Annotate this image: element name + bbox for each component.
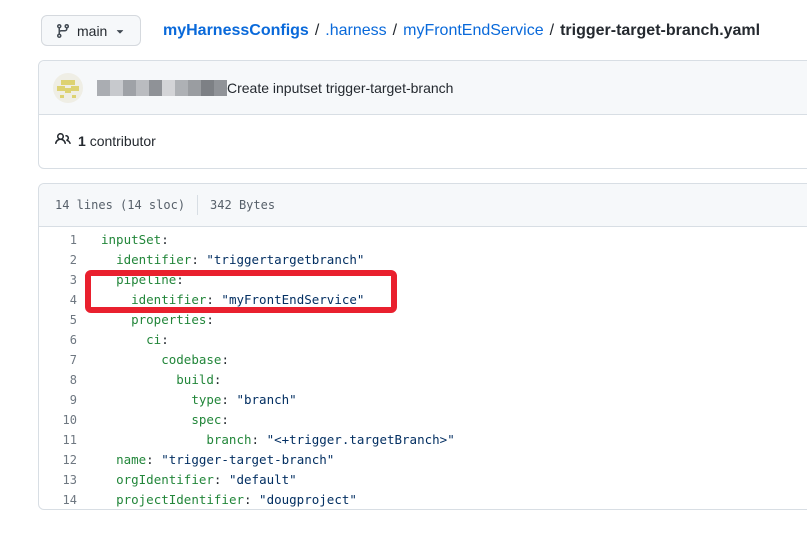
line-number[interactable]: 13 (39, 470, 77, 490)
branch-name: main (77, 23, 107, 39)
breadcrumb-separator: / (550, 20, 554, 42)
code-area: 1inputSet:2 identifier: "triggertargetbr… (39, 227, 807, 510)
code-line: 5 properties: (39, 310, 807, 330)
code-line: 2 identifier: "triggertargetbranch" (39, 250, 807, 270)
line-number[interactable]: 2 (39, 250, 77, 270)
breadcrumb-separator: / (315, 20, 319, 42)
breadcrumb-filename: trigger-target-branch.yaml (560, 20, 760, 42)
commit-header: Create inputset trigger-target-branch (39, 61, 807, 115)
code-text: type: "branch" (77, 390, 297, 410)
code-line: 10 spec: (39, 410, 807, 430)
redacted-block (149, 80, 162, 96)
code-line: 14 projectIdentifier: "dougproject" (39, 490, 807, 510)
code-text: codebase: (77, 350, 229, 370)
line-number[interactable]: 8 (39, 370, 77, 390)
redacted-username (97, 80, 227, 96)
code-line: 6 ci: (39, 330, 807, 350)
file-content-card: 14 lines (14 sloc) 342 Bytes 1inputSet:2… (38, 183, 807, 510)
contributor-label: contributor (90, 133, 156, 149)
code-text: spec: (77, 410, 229, 430)
redacted-block (175, 80, 188, 96)
code-line: 13 orgIdentifier: "default" (39, 470, 807, 490)
chevron-down-icon (113, 24, 127, 38)
code-text: identifier: "triggertargetbranch" (77, 250, 364, 270)
code-line: 4 identifier: "myFrontEndService" (39, 290, 807, 310)
redacted-block (201, 80, 214, 96)
file-size-info: 342 Bytes (210, 198, 275, 212)
code-text: name: "trigger-target-branch" (77, 450, 334, 470)
code-text: build: (77, 370, 221, 390)
file-lines-info: 14 lines (14 sloc) (55, 198, 185, 212)
line-number[interactable]: 11 (39, 430, 77, 450)
code-text: orgIdentifier: "default" (77, 470, 297, 490)
line-number[interactable]: 6 (39, 330, 77, 350)
latest-commit-card: Create inputset trigger-target-branch 1 … (38, 60, 807, 169)
code-line: 3 pipeline: (39, 270, 807, 290)
code-line: 8 build: (39, 370, 807, 390)
code-line: 7 codebase: (39, 350, 807, 370)
line-number[interactable]: 1 (39, 230, 77, 250)
meta-divider (197, 195, 198, 215)
line-number[interactable]: 4 (39, 290, 77, 310)
line-number[interactable]: 14 (39, 490, 77, 510)
people-icon (55, 131, 71, 152)
code-text: branch: "<+trigger.targetBranch>" (77, 430, 455, 450)
avatar[interactable] (53, 73, 83, 103)
redacted-block (136, 80, 149, 96)
branch-selector-button[interactable]: main (41, 15, 141, 46)
commit-message-link[interactable]: Create inputset trigger-target-branch (227, 80, 453, 96)
code-text: properties: (77, 310, 214, 330)
redacted-block (188, 80, 201, 96)
breadcrumb-repo-link[interactable]: myHarnessConfigs (163, 20, 309, 42)
code-text: identifier: "myFrontEndService" (77, 290, 364, 310)
code-text: inputSet: (77, 230, 169, 250)
contributor-count: 1 (78, 133, 86, 149)
code-line: 1inputSet: (39, 230, 807, 250)
breadcrumb-separator: / (393, 20, 397, 42)
git-branch-icon (55, 23, 71, 39)
code-lines: 1inputSet:2 identifier: "triggertargetbr… (39, 230, 807, 510)
breadcrumb-dir-service-link[interactable]: myFrontEndService (403, 20, 544, 42)
line-number[interactable]: 5 (39, 310, 77, 330)
redacted-block (110, 80, 123, 96)
line-number[interactable]: 10 (39, 410, 77, 430)
breadcrumb-dir-harness-link[interactable]: .harness (325, 20, 386, 42)
github-file-page: main myHarnessConfigs / .harness / myFro… (0, 0, 807, 533)
redacted-block (162, 80, 175, 96)
code-line: 9 type: "branch" (39, 390, 807, 410)
redacted-block (123, 80, 136, 96)
file-meta-header: 14 lines (14 sloc) 342 Bytes (39, 184, 807, 227)
redacted-block (97, 80, 110, 96)
code-text: ci: (77, 330, 169, 350)
code-line: 12 name: "trigger-target-branch" (39, 450, 807, 470)
line-number[interactable]: 7 (39, 350, 77, 370)
code-text: pipeline: (77, 270, 184, 290)
line-number[interactable]: 12 (39, 450, 77, 470)
code-text: projectIdentifier: "dougproject" (77, 490, 357, 510)
contributors-row: 1 contributor (39, 115, 807, 167)
line-number[interactable]: 9 (39, 390, 77, 410)
breadcrumb: myHarnessConfigs / .harness / myFrontEnd… (163, 20, 760, 42)
code-line: 11 branch: "<+trigger.targetBranch>" (39, 430, 807, 450)
contributors-link[interactable]: 1 contributor (78, 133, 156, 149)
redacted-block (214, 80, 227, 96)
line-number[interactable]: 3 (39, 270, 77, 290)
